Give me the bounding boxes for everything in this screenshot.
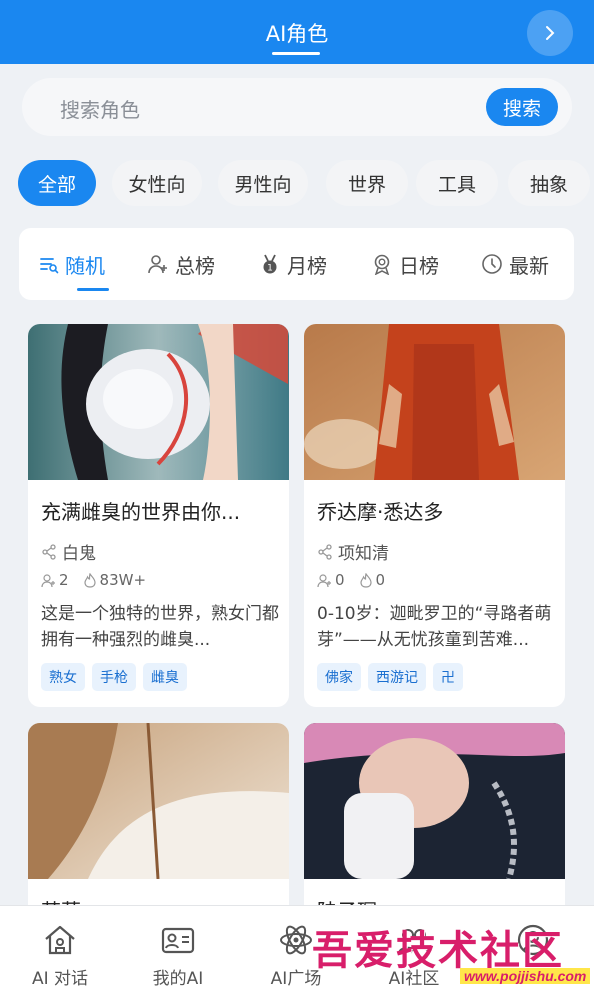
character-stats: 0 0 <box>317 571 399 589</box>
tag[interactable]: 雌臭 <box>143 663 187 691</box>
id-card-icon <box>161 927 195 954</box>
character-card[interactable]: 乔达摩·悉达多 项知清 0 0 0-10岁：迦毗罗卫的“寻路者萌芽”——从无忧孩… <box>304 324 565 707</box>
chip-world[interactable]: 世界 <box>326 160 408 206</box>
character-card[interactable]: 充满雌臭的世界由你... 白鬼 2 83W+ 这是一个独特的世界，熟女门都拥有一… <box>28 324 289 707</box>
character-image <box>28 324 289 480</box>
tab-daily[interactable]: 日榜 <box>371 228 439 300</box>
fire-icon <box>359 572 372 588</box>
page-title: AI角色 <box>265 22 329 46</box>
character-description: 0-10岁：迦毗罗卫的“寻路者萌芽”——从无忧孩童到苦难... <box>317 604 552 650</box>
chip-tools[interactable]: 工具 <box>416 160 498 206</box>
heat-count: 0 <box>375 571 386 589</box>
tab-overall-label: 总榜 <box>175 253 215 278</box>
tag[interactable]: 熟女 <box>41 663 85 691</box>
atom-icon <box>280 925 312 955</box>
tag[interactable]: 手枪 <box>92 663 136 691</box>
active-tab-indicator <box>77 288 109 291</box>
app-header: AI角色 <box>0 0 594 64</box>
shuffle-list-icon <box>40 258 59 274</box>
tab-monthly[interactable]: 1 月榜 <box>259 228 327 300</box>
heat-count: 83W+ <box>99 571 147 589</box>
character-image <box>304 324 565 480</box>
share-icon <box>42 543 56 560</box>
medal-icon: 1 <box>263 254 277 274</box>
title-underline <box>272 52 320 55</box>
author-name: 项知清 <box>338 544 389 564</box>
award-icon <box>374 254 390 275</box>
nav-label: 我的AI <box>152 969 204 989</box>
tab-latest-label: 最新 <box>509 253 549 278</box>
home-icon <box>45 925 75 955</box>
character-name: 充满雌臭的世界由你... <box>41 500 241 524</box>
tag[interactable]: 西游记 <box>368 663 426 691</box>
tab-latest[interactable]: 最新 <box>481 228 549 300</box>
character-author: 项知清 <box>317 539 389 564</box>
chip-all[interactable]: 全部 <box>18 160 96 206</box>
tag[interactable]: 卍 <box>433 663 463 691</box>
user-count-icon <box>41 573 55 587</box>
chip-abstract[interactable]: 抽象 <box>508 160 590 206</box>
character-card[interactable]: 茉莉 <box>28 723 289 923</box>
search-input[interactable]: 搜索角色 <box>60 94 140 123</box>
nav-my-ai[interactable]: 我的AI <box>118 906 238 1000</box>
character-stats: 2 83W+ <box>41 571 160 589</box>
forward-button[interactable] <box>527 10 573 56</box>
character-name: 乔达摩·悉达多 <box>317 500 444 524</box>
character-author: 白鬼 <box>41 539 96 564</box>
character-card[interactable]: 陆子琛 <box>304 723 565 923</box>
user-count: 2 <box>59 571 69 589</box>
sort-tabs: 随机 总榜 1 月榜 日榜 最新 <box>19 228 574 300</box>
user-plus-icon <box>148 255 167 274</box>
nav-ai-chat[interactable]: AI 对话 <box>0 906 120 1000</box>
character-image <box>28 723 289 879</box>
chip-female[interactable]: 女性向 <box>112 160 202 206</box>
watermark-url: www.pojjishu.com <box>460 968 591 984</box>
fire-icon <box>83 572 96 588</box>
search-bar[interactable]: 搜索角色 搜索 <box>22 78 572 136</box>
category-chips: 全部 女性向 男性向 世界 工具 抽象 <box>0 160 594 206</box>
tab-daily-label: 日榜 <box>399 253 439 278</box>
tag[interactable]: 佛家 <box>317 663 361 691</box>
clock-icon <box>482 254 502 274</box>
author-name: 白鬼 <box>62 544 96 564</box>
character-image <box>304 723 565 879</box>
tag-list: 熟女 手枪 雌臭 <box>41 663 194 691</box>
chip-male[interactable]: 男性向 <box>218 160 308 206</box>
search-button[interactable]: 搜索 <box>486 88 558 126</box>
svg-text:1: 1 <box>267 264 273 274</box>
tag-list: 佛家 西游记 卍 <box>317 663 470 691</box>
tab-overall[interactable]: 总榜 <box>147 228 215 300</box>
share-icon <box>318 543 332 560</box>
nav-label: AI 对话 <box>31 969 89 989</box>
tab-random-label: 随机 <box>65 253 105 278</box>
user-count: 0 <box>335 571 345 589</box>
chevron-right-icon <box>546 26 555 40</box>
character-description: 这是一个独特的世界，熟女门都拥有一种强烈的雌臭... <box>41 604 279 650</box>
user-count-icon <box>317 573 331 587</box>
tab-monthly-label: 月榜 <box>287 253 327 278</box>
